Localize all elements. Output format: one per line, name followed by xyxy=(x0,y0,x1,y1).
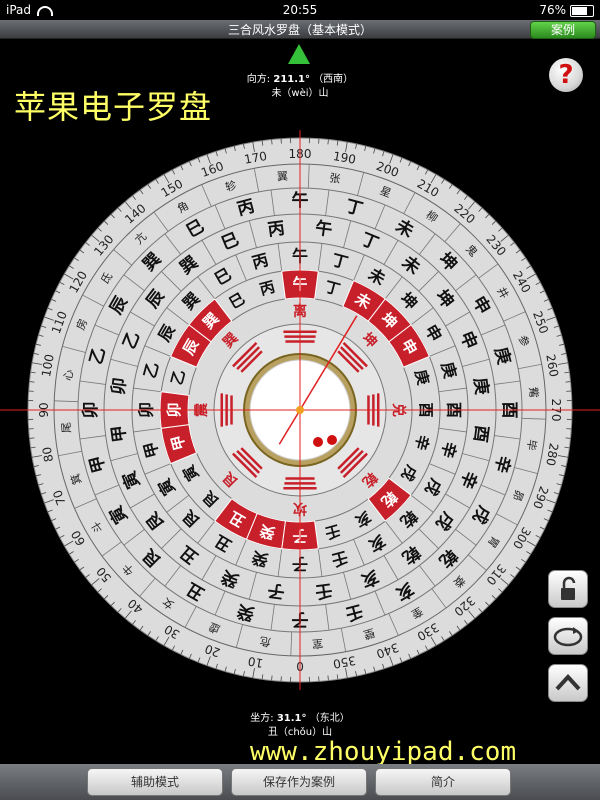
bubble-dot xyxy=(327,435,337,445)
mountain-middle-label: 酉 xyxy=(469,424,491,443)
degree-tick xyxy=(327,139,329,145)
mountain-middle-label: 午 xyxy=(314,218,334,241)
lock-button[interactable] xyxy=(548,570,588,608)
collapse-button[interactable] xyxy=(548,664,588,702)
degree-tick xyxy=(327,675,329,681)
mountain-middle-label: 子 xyxy=(267,579,286,601)
save-case-button[interactable]: 保存作为案例 xyxy=(231,768,367,796)
degree-tick xyxy=(29,381,35,383)
pointer-pivot xyxy=(296,406,304,414)
intro-button[interactable]: 简介 xyxy=(375,768,511,796)
help-icon[interactable]: ? xyxy=(549,58,583,92)
bottom-toolbar: 辅助模式 保存作为案例 简介 xyxy=(0,764,600,800)
mansion-label: 心 xyxy=(61,369,75,382)
unlock-icon xyxy=(561,576,576,600)
mansion-label: 觜 xyxy=(526,386,541,398)
rotate-button[interactable] xyxy=(548,617,588,655)
sitting-info: 坐方: 31.1° （东北） xyxy=(250,713,350,724)
degree-tick xyxy=(271,675,273,681)
mansion-label: 翼 xyxy=(277,170,289,184)
mansion-label: 危 xyxy=(259,634,272,648)
app-title: 苹果电子罗盘 xyxy=(14,88,213,126)
degree-label: 80 xyxy=(40,446,56,463)
mansion-label: 尾 xyxy=(60,422,74,434)
mountain-middle-label: 庚 xyxy=(469,376,492,396)
degree-tick xyxy=(29,437,35,439)
facing-arrow-icon xyxy=(288,44,310,64)
degree-tick xyxy=(565,381,571,383)
mountain-middle-label: 壬 xyxy=(314,579,333,601)
chevron-up-icon xyxy=(555,674,581,691)
degree-tick xyxy=(565,437,571,439)
mountain-middle-label: 丙 xyxy=(267,219,286,241)
mansion-label: 张 xyxy=(328,171,341,185)
mountain-middle-label: 卯 xyxy=(109,377,131,396)
rotate-icon xyxy=(553,627,583,647)
website-url: www.zhouyipad.com xyxy=(250,737,517,767)
assist-mode-button[interactable]: 辅助模式 xyxy=(87,768,223,796)
bubble-dot xyxy=(313,437,323,447)
degree-label: 10 xyxy=(247,654,264,670)
mansion-label: 毕 xyxy=(524,438,538,451)
mansion-label: 室 xyxy=(312,636,324,651)
mountain-middle-label: 甲 xyxy=(109,424,131,443)
degree-tick xyxy=(271,139,273,145)
sitting-mountain: 丑（chǒu）山 xyxy=(267,727,333,738)
